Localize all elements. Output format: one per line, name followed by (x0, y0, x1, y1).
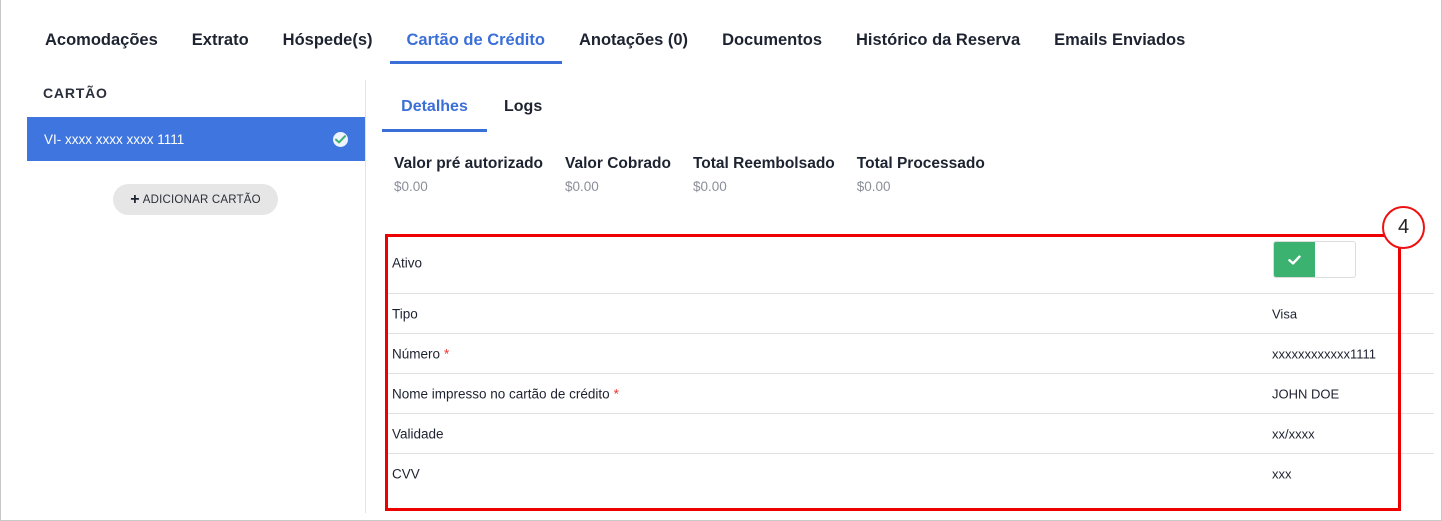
card-sidebar: CARTÃO VI- xxxx xxxx xxxx 1111 + ADICION… (27, 80, 365, 513)
tab-documentos[interactable]: Documentos (705, 16, 839, 64)
summary-value: $0.00 (856, 179, 891, 194)
annotation-badge: 4 (1382, 206, 1425, 249)
detail-label: CVV (392, 466, 420, 482)
top-tab-bar: Acomodações Extrato Hóspede(s) Cartão de… (28, 16, 1202, 64)
add-card-button[interactable]: + ADICIONAR CARTÃO (113, 184, 278, 215)
detail-label: Número * (392, 346, 450, 361)
detail-value[interactable]: xxxxxxxxxxxx1111 (1272, 346, 1376, 361)
detail-row-ativo: Ativo (385, 233, 1434, 294)
card-details-table: Ativo Tipo Visa Número * xxxxxxxxxxxx1111… (385, 233, 1434, 494)
detail-label: Ativo (392, 255, 423, 271)
summary-item-cobrado: Valor Cobrado $0.00 (565, 155, 671, 194)
tab-emails-enviados[interactable]: Emails Enviados (1037, 16, 1202, 64)
required-marker: * (444, 346, 450, 361)
summary-value: $0.00 (565, 179, 599, 194)
add-card-label: ADICIONAR CARTÃO (142, 193, 261, 206)
tab-detalhes[interactable]: Detalhes (382, 82, 487, 132)
detail-row-cvv: CVV xxx (385, 454, 1434, 494)
sidebar-title: CARTÃO (43, 85, 108, 101)
summary-value: $0.00 (692, 179, 727, 194)
summary-label: Total Processado (856, 155, 985, 172)
detail-value[interactable]: Visa (1272, 306, 1297, 321)
summary-label: Valor pré autorizado (394, 155, 544, 172)
active-toggle[interactable] (1273, 241, 1356, 278)
card-item-label: VI- xxxx xxxx xxxx 1111 (44, 131, 185, 147)
tab-hospedes[interactable]: Hóspede(s) (266, 16, 390, 64)
tab-cartao-de-credito[interactable]: Cartão de Crédito (389, 16, 562, 64)
summary-label: Total Reembolsado (692, 155, 835, 172)
check-circle-icon (333, 132, 348, 147)
tab-acomodacoes[interactable]: Acomodações (28, 16, 175, 64)
plus-icon: + (130, 190, 140, 208)
detail-value[interactable]: JOHN DOE (1272, 386, 1339, 401)
required-marker: * (613, 386, 619, 401)
summary-item-processado: Total Processado $0.00 (857, 155, 985, 194)
summary-item-pre-autorizado: Valor pré autorizado $0.00 (394, 155, 543, 194)
detail-value[interactable]: xx/xxxx (1272, 426, 1315, 441)
checkmark-icon (1274, 242, 1315, 277)
detail-label: Tipo (392, 306, 418, 321)
column-divider (365, 80, 366, 513)
tab-extrato[interactable]: Extrato (175, 16, 266, 64)
detail-label: Nome impresso no cartão de crédito * (392, 386, 619, 401)
card-list-item[interactable]: VI- xxxx xxxx xxxx 1111 (27, 117, 365, 161)
detail-row-tipo: Tipo Visa (385, 294, 1434, 334)
detail-value[interactable]: xxx (1272, 467, 1292, 482)
detail-row-nome-impresso: Nome impresso no cartão de crédito * JOHN… (385, 374, 1434, 414)
detail-label: Validade (392, 426, 444, 441)
tab-logs[interactable]: Logs (487, 82, 559, 132)
tab-historico-da-reserva[interactable]: Histórico da Reserva (839, 16, 1037, 64)
tab-anotacoes[interactable]: Anotações (0) (562, 16, 705, 64)
summary-value: $0.00 (394, 179, 428, 194)
summary-item-reembolsado: Total Reembolsado $0.00 (693, 155, 835, 194)
summary-label: Valor Cobrado (565, 155, 671, 172)
amount-summary: Valor pré autorizado $0.00 Valor Cobrado… (394, 155, 1007, 194)
detail-row-validade: Validade xx/xxxx (385, 414, 1434, 454)
sub-tab-bar: Detalhes Logs (382, 82, 559, 132)
detail-row-numero: Número * xxxxxxxxxxxx1111 (385, 334, 1434, 374)
